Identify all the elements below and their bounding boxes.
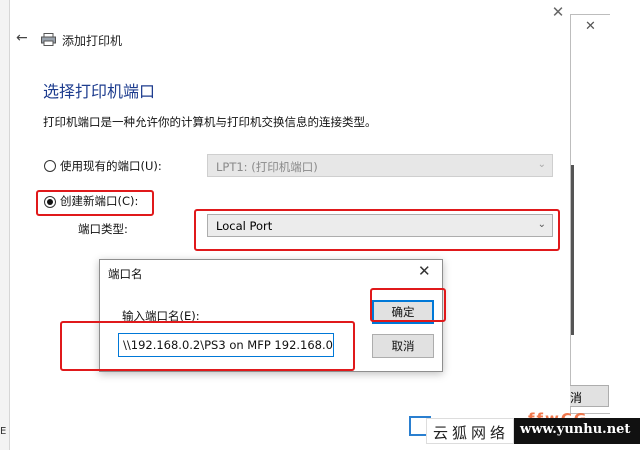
add-printer-window: ✕ ← 添加打印机 选择打印机端口 打印机端口是一种允许你的计算机与打印机交换信… xyxy=(10,0,570,450)
use-existing-port-label[interactable]: 使用现有的端口(U): xyxy=(60,158,162,174)
watermark-cn: 云狐网络 xyxy=(426,418,515,444)
ok-button[interactable]: 确定 xyxy=(372,300,434,324)
background-window-right: ✕ 消 xyxy=(565,14,610,414)
wizard-title: 添加打印机 xyxy=(62,34,123,48)
background-cancel-button[interactable]: 消 xyxy=(565,385,609,407)
port-type-label: 端口类型: xyxy=(78,222,128,236)
background-divider xyxy=(571,165,574,335)
existing-port-select: LPT1: (打印机端口) ⌄ xyxy=(207,154,553,177)
port-name-input[interactable]: \\192.168.0.2\PS3 on MFP 192.168.0.5 xyxy=(118,333,334,357)
port-type-select[interactable]: Local Port ⌄ xyxy=(207,214,553,237)
chevron-down-icon: ⌄ xyxy=(537,159,546,170)
use-existing-port-radio[interactable] xyxy=(44,160,56,172)
port-name-dialog: 端口名 ✕ 输入端口名(E): \\192.168.0.2\PS3 on MFP… xyxy=(99,259,443,372)
dialog-title: 端口名 xyxy=(108,267,143,281)
printer-icon xyxy=(41,33,56,46)
background-close-icon[interactable]: ✕ xyxy=(585,19,596,34)
create-new-port-label[interactable]: 创建新端口(C): xyxy=(60,193,138,209)
background-window-left: E xyxy=(0,0,10,450)
page-description: 打印机端口是一种允许你的计算机与打印机交换信息的连接类型。 xyxy=(43,115,377,129)
existing-port-value: LPT1: (打印机端口) xyxy=(216,160,318,174)
port-name-label: 输入端口名(E): xyxy=(122,309,200,323)
create-new-port-radio[interactable] xyxy=(44,196,56,208)
page-title: 选择打印机端口 xyxy=(43,82,156,101)
dialog-close-icon[interactable]: ✕ xyxy=(418,262,431,280)
port-type-value: Local Port xyxy=(216,219,273,233)
cancel-button[interactable]: 取消 xyxy=(372,334,434,358)
close-icon[interactable]: ✕ xyxy=(548,2,568,22)
background-fragment-text: E xyxy=(0,426,7,437)
watermark-url: www.yunhu.net xyxy=(514,418,640,444)
watermark-banner: 云狐网络 www.yunhu.net xyxy=(426,418,640,444)
chevron-down-icon: ⌄ xyxy=(537,219,546,230)
back-arrow-icon[interactable]: ← xyxy=(16,30,28,46)
